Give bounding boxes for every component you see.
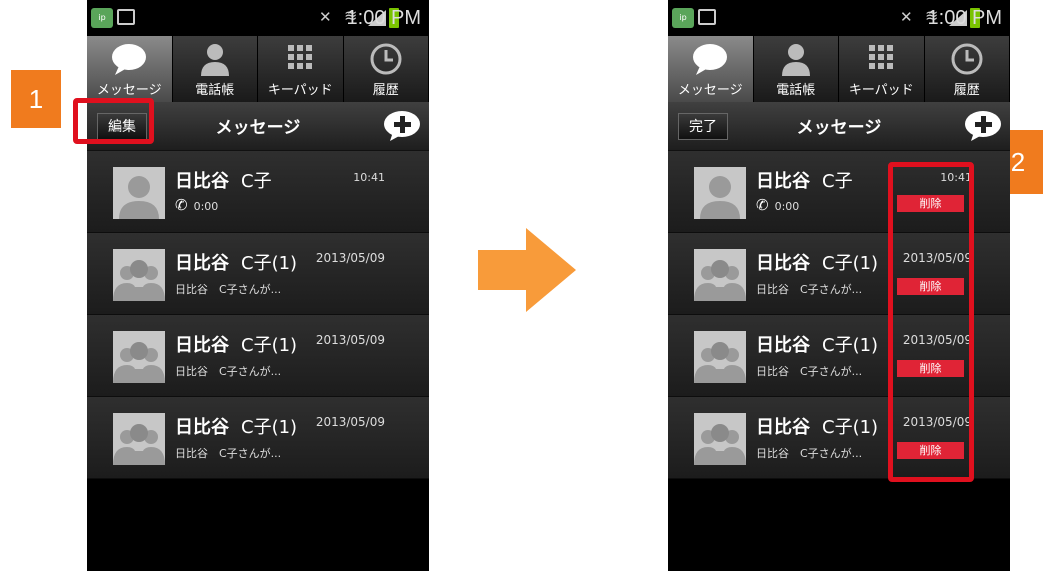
new-message-icon[interactable] — [383, 110, 421, 142]
contact-name: 日比谷 C子 — [175, 171, 272, 192]
contact-name: 日比谷 C子 — [756, 171, 853, 192]
tab-label: メッセージ — [677, 82, 743, 97]
contact-name: 日比谷 C子(1) — [175, 417, 298, 438]
tab-messages[interactable]: メッセージ — [87, 36, 173, 102]
tab-label: 履歴 — [953, 82, 980, 97]
group-avatar — [694, 249, 746, 301]
tab-label: 電話帳 — [195, 82, 235, 97]
status-bar: ip ✕ ≋ 1:00 PM — [87, 0, 429, 36]
message-date: 2013/05/09 — [315, 333, 385, 347]
edit-button-highlight — [73, 98, 154, 144]
tab-bar: メッセージ 電話帳 キーパッド 履歴 — [668, 36, 1010, 102]
group-avatar — [694, 413, 746, 465]
phone-icon: ✆ — [175, 196, 188, 214]
avatar — [694, 167, 746, 219]
list-item[interactable]: 日比谷 C子 10:41 ✆ 0:00 — [87, 151, 429, 233]
tab-label: キーパッド — [848, 82, 914, 97]
step-1-callout: 1 — [11, 70, 61, 128]
clock-icon — [370, 43, 402, 75]
message-date: 2013/05/09 — [315, 415, 385, 429]
tab-contacts[interactable]: 電話帳 — [753, 36, 839, 102]
contact-name: 日比谷 C子(1) — [756, 335, 879, 356]
speech-bubble-icon — [693, 44, 728, 75]
message-preview: 日比谷 C子さんが... — [756, 447, 863, 460]
group-avatar — [113, 331, 165, 383]
contact-name: 日比谷 C子(1) — [756, 253, 879, 274]
list-item[interactable]: 日比谷 C子(1) 2013/05/09 日比谷 C子さんが... — [87, 397, 429, 479]
app-notification-icon: ip — [91, 8, 113, 28]
tab-label: 履歴 — [372, 82, 399, 97]
new-message-icon[interactable] — [964, 110, 1002, 142]
message-preview: 日比谷 C子さんが... — [756, 283, 863, 296]
clock-icon — [951, 43, 983, 75]
keypad-icon — [288, 45, 313, 69]
call-log: ✆ 0:00 — [175, 196, 219, 214]
status-time: 1:00 PM — [927, 7, 1002, 29]
tab-history[interactable]: 履歴 — [343, 36, 429, 102]
message-time: 10:41 — [353, 171, 385, 184]
message-preview: 日比谷 C子さんが... — [175, 365, 282, 378]
message-preview: 日比谷 C子さんが... — [175, 447, 282, 460]
message-preview: 日比谷 C子さんが... — [175, 283, 282, 296]
tab-label: 電話帳 — [776, 82, 816, 97]
person-icon — [781, 44, 810, 76]
phone-screen-before: ip ✕ ≋ 1:00 PM メッセージ 電話帳 キーパッド 履歴 編集 メッセ… — [87, 0, 429, 571]
app-notification-icon: ip — [672, 8, 694, 28]
list-item[interactable]: 日比谷 C子(1) 2013/05/09 日比谷 C子さんが... — [87, 233, 429, 315]
mute-icon: ✕ — [900, 8, 913, 26]
avatar — [113, 167, 165, 219]
message-date: 2013/05/09 — [315, 251, 385, 265]
image-notification-icon — [117, 9, 135, 25]
group-avatar — [113, 249, 165, 301]
phone-icon: ✆ — [756, 196, 769, 214]
group-avatar — [113, 413, 165, 465]
list-item[interactable]: 日比谷 C子(1) 2013/05/09 日比谷 C子さんが... — [87, 315, 429, 397]
speech-bubble-icon — [112, 44, 147, 75]
contact-name: 日比谷 C子(1) — [175, 253, 298, 274]
arrow-right-icon — [478, 228, 576, 312]
status-time: 1:00 PM — [346, 7, 421, 29]
tab-messages[interactable]: メッセージ — [668, 36, 754, 102]
tab-label: キーパッド — [267, 82, 333, 97]
messages-header: 完了 メッセージ — [668, 102, 1010, 151]
keypad-icon — [869, 45, 894, 69]
contact-name: 日比谷 C子(1) — [175, 335, 298, 356]
mute-icon: ✕ — [319, 8, 332, 26]
page-title: メッセージ — [796, 118, 882, 138]
message-preview: 日比谷 C子さんが... — [756, 365, 863, 378]
group-avatar — [694, 331, 746, 383]
tab-bar: メッセージ 電話帳 キーパッド 履歴 — [87, 36, 429, 102]
delete-buttons-highlight — [888, 162, 974, 482]
person-icon — [200, 44, 229, 76]
tab-label: メッセージ — [96, 82, 162, 97]
image-notification-icon — [698, 9, 716, 25]
tab-contacts[interactable]: 電話帳 — [172, 36, 258, 102]
tab-keypad[interactable]: キーパッド — [258, 36, 344, 102]
tab-history[interactable]: 履歴 — [924, 36, 1010, 102]
status-bar: ip ✕ ≋ 1:00 PM — [668, 0, 1010, 36]
contact-name: 日比谷 C子(1) — [756, 417, 879, 438]
call-log: ✆ 0:00 — [756, 196, 800, 214]
tab-keypad[interactable]: キーパッド — [839, 36, 925, 102]
